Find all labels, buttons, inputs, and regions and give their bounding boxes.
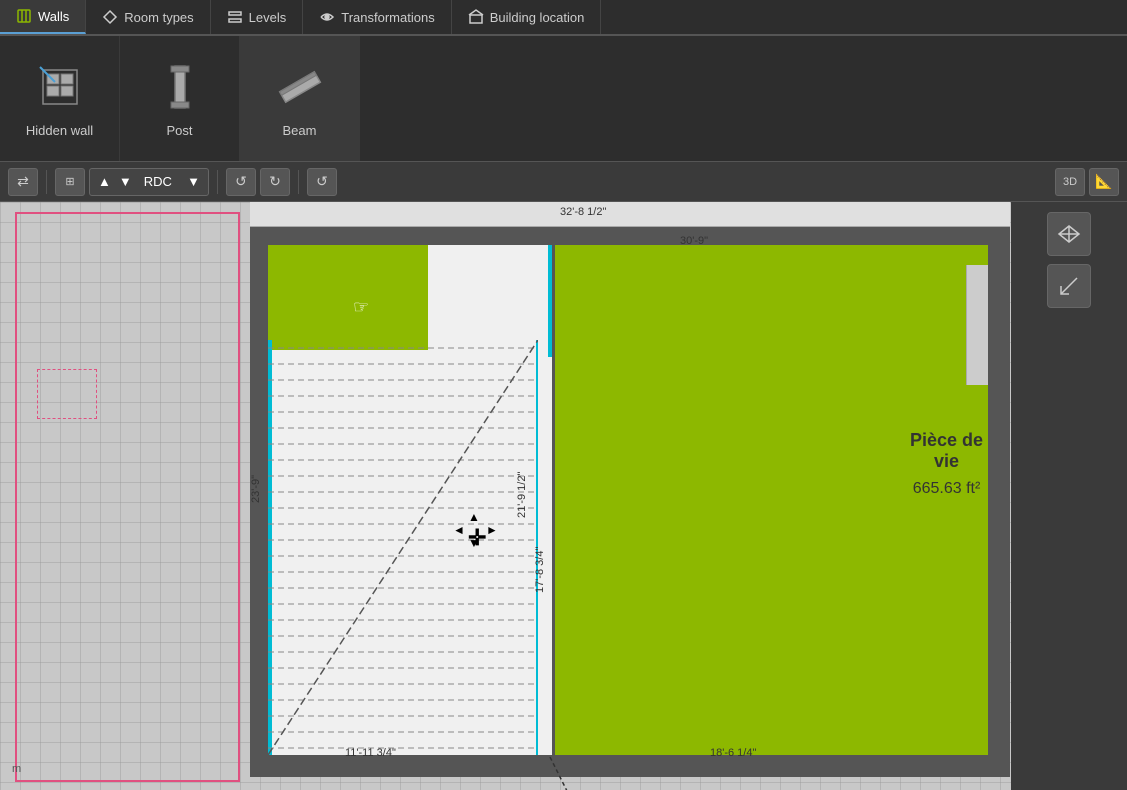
separator-1 — [46, 170, 47, 194]
separator-3 — [298, 170, 299, 194]
3d-view-panel-btn[interactable] — [1047, 212, 1091, 256]
dim-bottom-left: 11'-11 3/4" — [345, 747, 396, 759]
dim-beam-left: 21'-9 1/2" — [516, 472, 528, 518]
swap-btn[interactable]: ⇄ — [8, 168, 38, 196]
3d-view-btn[interactable]: 3D — [1055, 168, 1085, 196]
beam-hatch-svg — [268, 340, 538, 755]
room-main[interactable]: Pièce de vie 665.63 ft² — [555, 245, 988, 755]
hidden-wall-label: Hidden wall — [26, 123, 93, 138]
secondary-toolbar: ⇄ ⊞ ▲ ▼ RDC ▼ ↺ ↻ ↺ 3D 📐 — [0, 162, 1127, 202]
tool-hidden-wall[interactable]: Hidden wall — [0, 36, 120, 161]
room-left[interactable]: ✛ ◄ ► ▲ ▼ ☞ — [268, 245, 552, 755]
floor-up-icon: ▲ — [98, 174, 111, 189]
beam-icon — [272, 59, 328, 115]
floor-selector[interactable]: ▲ ▼ RDC ▼ — [89, 168, 209, 196]
dim-beam-right: 17'-8 3/4" — [534, 547, 546, 593]
rotate-btn[interactable]: ↺ — [307, 168, 337, 196]
post-label: Post — [166, 123, 192, 138]
tab-transformations-label: Transformations — [341, 10, 434, 25]
building-location-icon — [468, 9, 484, 25]
tab-building-location[interactable]: Building location — [452, 0, 602, 34]
separator-2 — [217, 170, 218, 194]
transformations-icon — [319, 9, 335, 25]
room-types-icon — [102, 9, 118, 25]
dim-inner-top: 30'-9" — [680, 235, 708, 247]
expand-btn[interactable]: ⊞ — [55, 168, 85, 196]
room-area: 665.63 ft² — [905, 480, 988, 498]
walls-icon — [16, 8, 32, 24]
canvas-area: 32'-8 1/2" Pièce de vie 665.63 ft² — [0, 202, 1127, 790]
right-stair-panel — [966, 265, 988, 385]
tab-levels[interactable]: Levels — [211, 0, 304, 34]
green-top-left-room — [268, 245, 428, 350]
tab-walls-label: Walls — [38, 9, 69, 24]
levels-icon — [227, 9, 243, 25]
floor-outer-wall: Pièce de vie 665.63 ft² — [250, 227, 1010, 777]
floor-down-icon: ▼ — [119, 174, 132, 189]
tab-walls[interactable]: Walls — [0, 0, 86, 34]
tab-room-types-label: Room types — [124, 10, 193, 25]
dim-bottom-right: 18'-6 1/4" — [710, 747, 756, 759]
beam-label: Beam — [283, 123, 317, 138]
unit-label: m — [12, 763, 21, 775]
tab-transformations[interactable]: Transformations — [303, 0, 451, 34]
tab-building-location-label: Building location — [490, 10, 585, 25]
floor-plan[interactable]: Pièce de vie 665.63 ft² — [250, 227, 1010, 777]
hidden-wall-icon — [32, 59, 88, 115]
tab-room-types[interactable]: Room types — [86, 0, 210, 34]
beam-pattern: ✛ ◄ ► ▲ ▼ — [268, 340, 538, 755]
floor-name: RDC — [144, 174, 172, 189]
floor-dropdown-icon: ▼ — [187, 174, 200, 189]
ruler-btn[interactable]: 📐 — [1089, 168, 1119, 196]
post-icon — [152, 59, 208, 115]
room-name: Pièce de vie — [905, 430, 988, 472]
undo-btn[interactable]: ↺ — [226, 168, 256, 196]
room-label-container: Pièce de vie 665.63 ft² — [905, 430, 988, 498]
reference-outline — [15, 212, 240, 782]
measure-panel-btn[interactable] — [1047, 264, 1091, 308]
dim-left-total: 23'-9" — [250, 475, 262, 503]
dim-total-width: 32'-8 1/2" — [560, 206, 606, 218]
tab-levels-label: Levels — [249, 10, 287, 25]
tool-beam[interactable]: Beam — [240, 36, 360, 161]
redo-btn[interactable]: ↻ — [260, 168, 290, 196]
cyan-top-right-line — [548, 245, 552, 357]
ruler-top: 32'-8 1/2" — [250, 202, 1010, 227]
reference-inner-rect — [37, 369, 97, 419]
right-panel — [1011, 202, 1127, 790]
tool-post[interactable]: Post — [120, 36, 240, 161]
